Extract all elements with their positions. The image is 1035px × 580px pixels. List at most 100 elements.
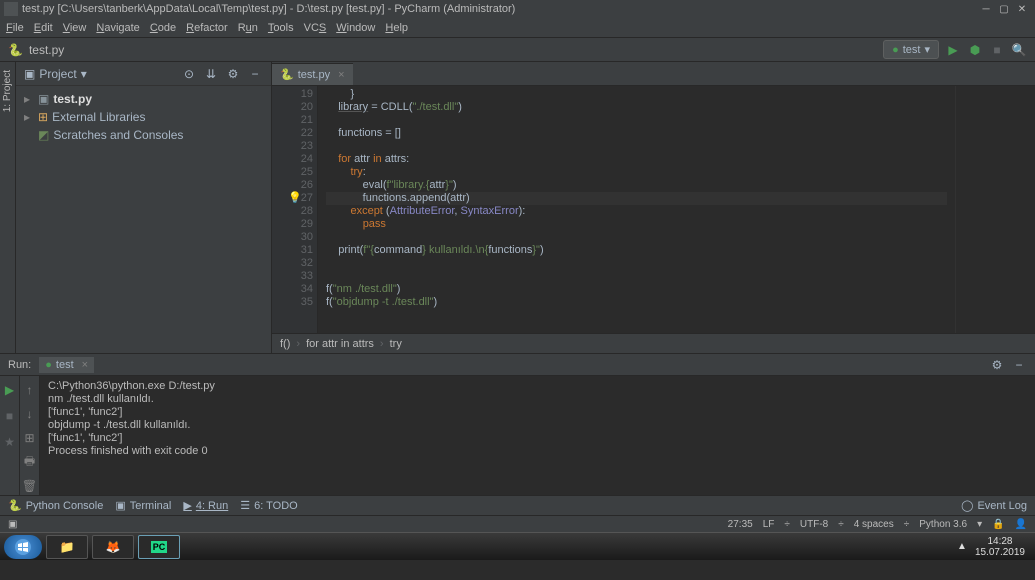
bottom-tool-tabs: 🐍Python Console ▣Terminal ▶4: Run ☰6: TO… [0, 495, 1035, 515]
line-separator[interactable]: LF [763, 519, 775, 530]
tab-todo[interactable]: ☰6: TODO [240, 499, 297, 512]
menu-tools[interactable]: Tools [268, 22, 294, 34]
lock-icon[interactable]: 🔒 [992, 519, 1004, 530]
cursor-position[interactable]: 27:35 [728, 519, 753, 530]
taskbar-clock[interactable]: 14:28 15.07.2019 [975, 536, 1025, 558]
collapse-all-icon[interactable]: ⇊ [203, 66, 219, 82]
navigation-bar: 🐍 test.py ● test ▾ ▶ ⬢ ■ 🔍 [0, 38, 1035, 62]
tray-expand-icon[interactable]: ▲ [957, 541, 967, 552]
line-gutter: 192021 222324 252627 282930 313233 3435 [272, 86, 318, 333]
scroll-from-source-icon[interactable]: ⊙ [181, 66, 197, 82]
chevron-down-icon: ▾ [977, 519, 982, 530]
log-icon: ◯ [961, 499, 973, 512]
todo-icon: ☰ [240, 499, 250, 512]
menu-edit[interactable]: Edit [34, 22, 53, 34]
tree-root-label: test.py [53, 92, 92, 106]
taskbar-pycharm[interactable]: PC [138, 535, 180, 559]
menu-help[interactable]: Help [385, 22, 408, 34]
print-icon[interactable]: 🖶 [22, 454, 38, 470]
breadcrumb-item[interactable]: f() [280, 338, 290, 350]
menu-navigate[interactable]: Navigate [96, 22, 139, 34]
menu-vcs[interactable]: VCS [304, 22, 327, 34]
menu-window[interactable]: Window [336, 22, 375, 34]
tab-terminal[interactable]: ▣Terminal [115, 499, 171, 512]
rerun-button[interactable]: ▶ [2, 382, 18, 398]
project-view-selector[interactable]: ▣ Project ▾ [24, 67, 87, 81]
tab-run[interactable]: ▶4: Run [183, 499, 228, 512]
left-tool-stripe: 1: Project [0, 62, 16, 353]
tab-python-console[interactable]: 🐍Python Console [8, 499, 103, 512]
run-button[interactable]: ▶ [945, 42, 961, 58]
app-icon [4, 2, 18, 16]
menu-code[interactable]: Code [150, 22, 176, 34]
breadcrumb-item[interactable]: for attr in attrs [306, 338, 374, 350]
maximize-button[interactable]: ▢ [995, 2, 1013, 16]
soft-wrap-icon[interactable]: ⊞ [22, 430, 38, 446]
run-config-name: test [903, 44, 921, 56]
system-tray: ▲ 14:28 15.07.2019 [957, 536, 1031, 558]
minimize-button[interactable]: ─ [977, 2, 995, 16]
editor-tabs: 🐍 test.py × [272, 62, 1035, 86]
hide-panel-icon[interactable]: − [247, 66, 263, 82]
library-icon: ⊞ [38, 110, 48, 124]
taskbar-explorer[interactable]: 📁 [46, 535, 88, 559]
taskbar-firefox[interactable]: 🦊 [92, 535, 134, 559]
trash-icon[interactable]: 🗑 [22, 478, 38, 494]
run-console[interactable]: C:\Python36\python.exe D:/test.py nm ./t… [40, 376, 1035, 495]
run-panel: Run: ● test × ⚙ − ▶ ■ ★ ↑ ↓ ⊞ 🖶 🗑 C:\Pyt… [0, 353, 1035, 495]
tree-external-libs[interactable]: ▸ ⊞ External Libraries [16, 108, 271, 126]
editor-tab[interactable]: 🐍 test.py × [272, 63, 353, 85]
menu-refactor[interactable]: Refactor [186, 22, 228, 34]
menu-run[interactable]: Run [238, 22, 258, 34]
search-button[interactable]: 🔍 [1011, 42, 1027, 58]
close-icon[interactable]: × [82, 359, 88, 371]
editor-breadcrumb: f() › for attr in attrs › try [272, 333, 1035, 353]
run-tab[interactable]: ● test × [39, 357, 94, 373]
inspector-icon[interactable]: 👤 [1015, 519, 1027, 530]
tab-event-log[interactable]: ◯Event Log [961, 499, 1027, 512]
project-tree: ▸ ▣ test.py ▸ ⊞ External Libraries ◩ Scr… [16, 86, 271, 353]
expand-arrow-icon: ▸ [24, 110, 34, 124]
run-toolbar-2: ↑ ↓ ⊞ 🖶 🗑 [20, 376, 40, 495]
menu-view[interactable]: View [63, 22, 87, 34]
menu-file[interactable]: File [6, 22, 24, 34]
editor-area: 🐍 test.py × 192021 222324 252627 282930 … [272, 62, 1035, 353]
tab-label: test.py [298, 69, 330, 81]
pin-button[interactable]: ★ [2, 434, 18, 450]
stop-button[interactable]: ■ [2, 408, 18, 424]
tree-root[interactable]: ▸ ▣ test.py [16, 90, 271, 108]
code-content[interactable]: } library = CDLL("./test.dll") functions… [318, 86, 955, 333]
project-panel-header: ▣ Project ▾ ⊙ ⇊ ⚙ − [16, 62, 271, 86]
scroll-down-icon[interactable]: ↓ [22, 406, 38, 422]
python-interpreter[interactable]: Python 3.6 [919, 519, 967, 530]
run-config-icon: ● [45, 359, 52, 371]
run-config-selector[interactable]: ● test ▾ [883, 40, 939, 59]
window-title: test.py [C:\Users\tanberk\AppData\Local\… [22, 3, 515, 15]
settings-gear-icon[interactable]: ⚙ [225, 66, 241, 82]
breadcrumb-file[interactable]: test.py [29, 43, 64, 57]
windows-taskbar: 📁 🦊 PC ▲ 14:28 15.07.2019 [0, 532, 1035, 560]
minimize-panel-icon[interactable]: − [1011, 357, 1027, 373]
lightbulb-icon[interactable]: 💡 [288, 192, 302, 205]
tree-scratches[interactable]: ◩ Scratches and Consoles [16, 126, 271, 144]
indent-setting[interactable]: 4 spaces [854, 519, 894, 530]
statusbar: ▣ 27:35 LF ÷ UTF-8 ÷ 4 spaces ÷ Python 3… [0, 515, 1035, 532]
close-tab-icon[interactable]: × [338, 69, 344, 81]
python-file-icon: 🐍 [8, 43, 23, 57]
start-button[interactable] [4, 535, 42, 559]
run-toolbar-1: ▶ ■ ★ [0, 376, 20, 495]
debug-button[interactable]: ⬢ [967, 42, 983, 58]
settings-gear-icon[interactable]: ⚙ [989, 357, 1005, 373]
project-title: Project [39, 67, 76, 81]
python-icon: 🐍 [8, 499, 22, 512]
stop-button[interactable]: ■ [989, 42, 1005, 58]
play-icon: ▶ [183, 499, 191, 512]
sidebar-tab-project[interactable]: 1: Project [2, 70, 13, 112]
run-panel-header: Run: ● test × ⚙ − [0, 354, 1035, 376]
code-editor[interactable]: 192021 222324 252627 282930 313233 3435 … [272, 86, 1035, 333]
scroll-up-icon[interactable]: ↑ [22, 382, 38, 398]
breadcrumb-item[interactable]: try [390, 338, 402, 350]
close-button[interactable]: ✕ [1013, 2, 1031, 16]
file-encoding[interactable]: UTF-8 [800, 519, 828, 530]
run-config-icon: ● [892, 44, 899, 56]
